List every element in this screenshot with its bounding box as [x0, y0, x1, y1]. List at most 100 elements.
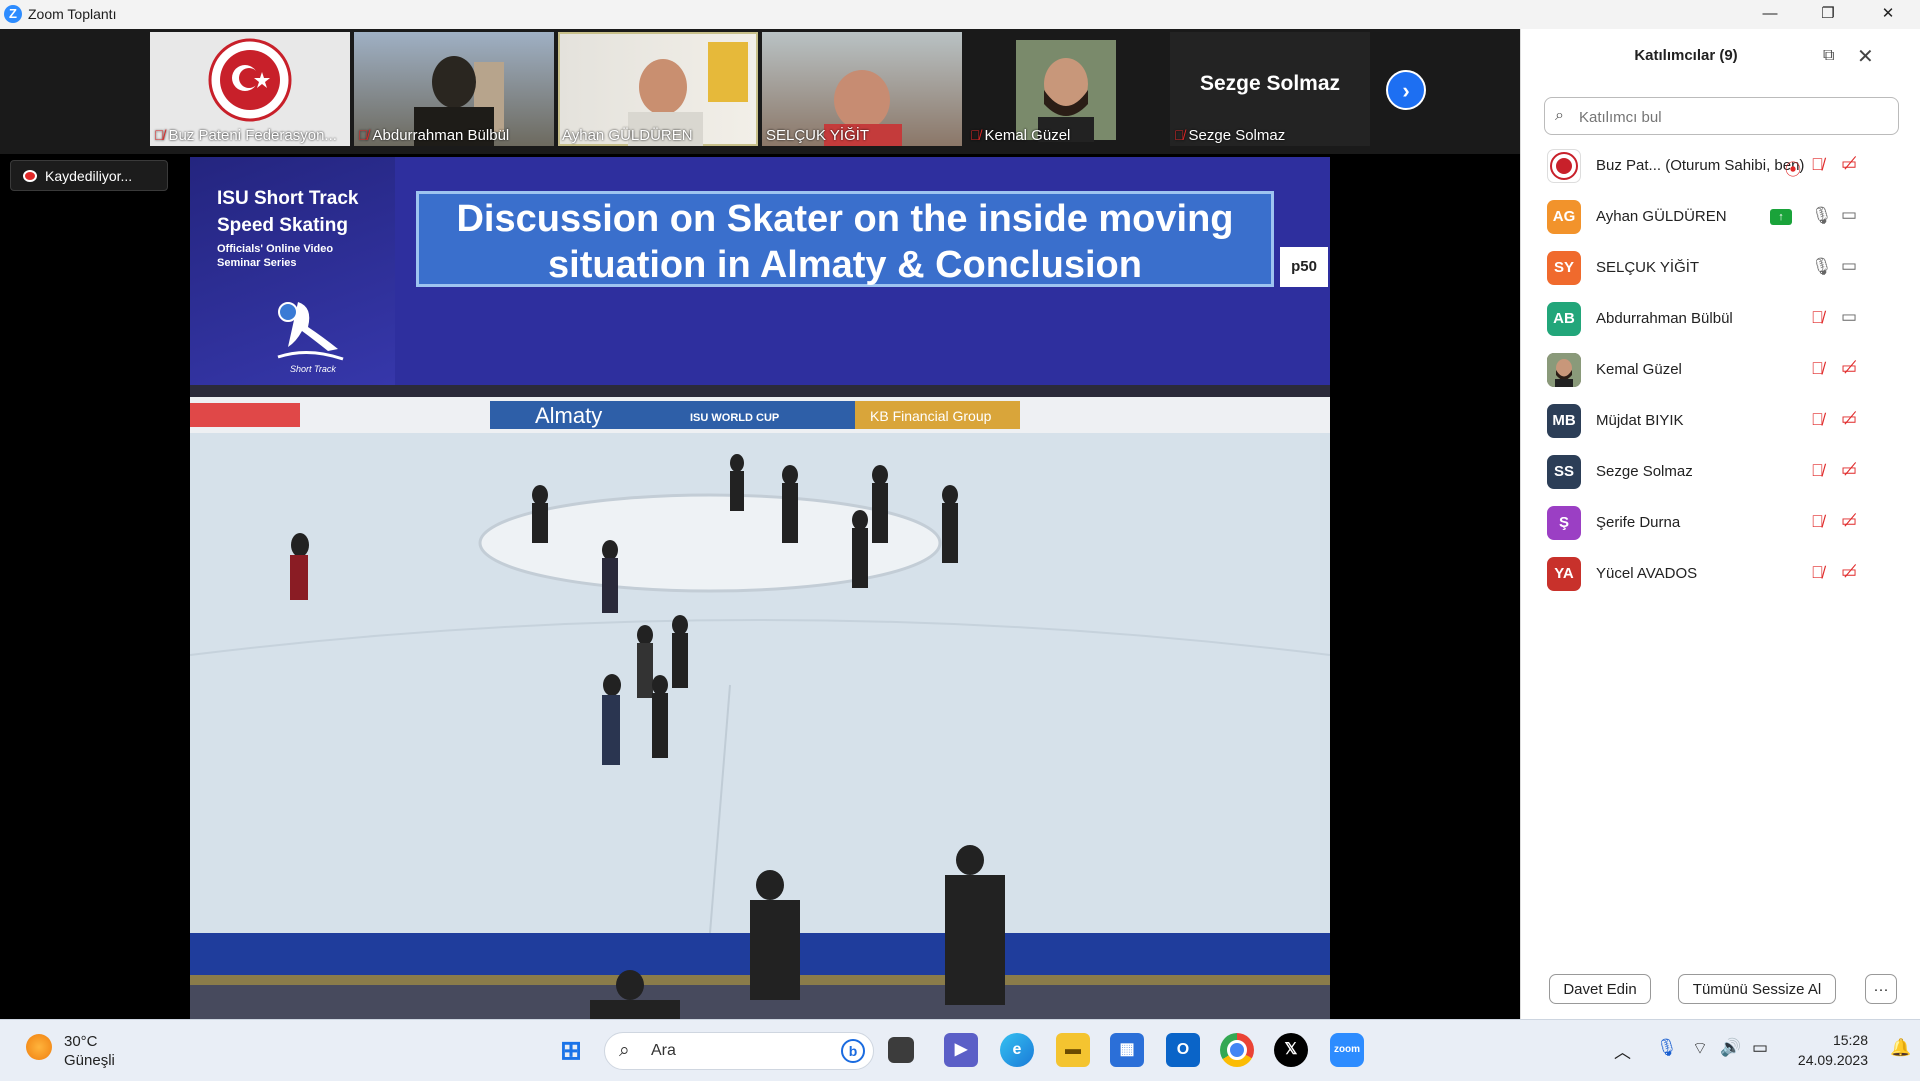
avatar: [1547, 149, 1581, 183]
store-icon[interactable]: ▦: [1110, 1033, 1144, 1067]
tile-name: Ayhan GÜLDÜREN: [562, 127, 693, 144]
slide-title-line2: situation in Almaty & Conclusion: [548, 244, 1142, 286]
camera-off-icon[interactable]: ▭̸: [1841, 358, 1857, 378]
camera-off-icon[interactable]: ▭̸: [1841, 154, 1857, 174]
avatar: AB: [1547, 302, 1581, 336]
participants-panel: Katılımcılar (9) ⧉ ✕ ⌕ Buz Pat... (Oturu…: [1520, 29, 1920, 1019]
rink-video: Almaty ISU WORLD CUP KB Financial Group: [190, 385, 1330, 1042]
mute-all-button[interactable]: Tümünü Sessize Al: [1678, 974, 1836, 1004]
date: 24.09.2023: [1797, 1052, 1868, 1068]
participants-title: Katılımcılar (9): [1634, 47, 1738, 64]
camera-off-icon[interactable]: ▭̸: [1841, 511, 1857, 531]
more-button[interactable]: ···: [1865, 974, 1897, 1004]
x-icon[interactable]: 𝕏: [1274, 1033, 1308, 1067]
participant-row[interactable]: SS Sezge Solmaz 🎙̸ ▭̸: [1521, 447, 1920, 498]
popout-icon[interactable]: ⧉: [1823, 47, 1834, 65]
search-input[interactable]: [1577, 105, 1881, 129]
task-view-icon[interactable]: [888, 1037, 914, 1063]
avatar: AG: [1547, 200, 1581, 234]
taskbar-search[interactable]: ⌕ Ara b: [604, 1032, 874, 1070]
next-page-button[interactable]: ›: [1386, 70, 1426, 110]
logo-text: Short Track: [290, 364, 336, 374]
short-track-logo-icon: [277, 302, 344, 361]
tile-big-name: Sezge Solmaz: [1199, 72, 1341, 95]
mic-muted-icon: 🎙̸: [154, 127, 165, 143]
invite-button[interactable]: Davet Edin: [1549, 974, 1651, 1004]
isu-brand-box: ISU Short Track Speed Skating Officials' …: [190, 157, 395, 385]
tile-name: SELÇUK YİĞİT: [766, 127, 870, 144]
tile-name: Kemal Güzel: [984, 127, 1071, 144]
restore-button[interactable]: ❐: [1800, 0, 1856, 29]
participant-search[interactable]: ⌕: [1544, 97, 1899, 135]
tile-name: Abdurrahman Bülbül: [372, 127, 510, 144]
close-button[interactable]: ✕: [1860, 0, 1916, 29]
banner-almaty: Almaty: [535, 403, 602, 428]
weather-widget[interactable]: 30°C Güneşli: [64, 1032, 115, 1070]
minimize-button[interactable]: —: [1742, 0, 1798, 29]
video-tile[interactable]: 🎙̸ Buz Pateni Federasyon...: [150, 32, 350, 146]
meet-icon[interactable]: ▶: [944, 1033, 978, 1067]
mic-muted-icon[interactable]: 🎙̸: [1811, 410, 1824, 430]
mic-icon[interactable]: 🎙: [1811, 206, 1833, 226]
sun-icon[interactable]: [26, 1034, 52, 1060]
participant-row[interactable]: Ş Şerife Durna 🎙̸ ▭̸: [1521, 498, 1920, 549]
camera-icon[interactable]: ▭: [1841, 205, 1857, 225]
participant-name: Sezge Solmaz: [1596, 463, 1693, 480]
mic-muted-icon[interactable]: 🎙̸: [1811, 359, 1824, 379]
zoom-icon[interactable]: zoom: [1330, 1033, 1364, 1067]
video-tile[interactable]: SELÇUK YİĞİT: [762, 32, 962, 146]
camera-icon[interactable]: ▭: [1841, 307, 1857, 327]
mic-muted-icon[interactable]: 🎙̸: [1811, 155, 1824, 175]
edge-icon[interactable]: e: [1000, 1033, 1034, 1067]
outlook-icon[interactable]: O: [1166, 1033, 1200, 1067]
bing-icon: b: [841, 1039, 865, 1063]
battery-icon[interactable]: ▭: [1752, 1038, 1768, 1058]
search-icon: ⌕: [1555, 107, 1564, 124]
close-panel-icon[interactable]: ✕: [1857, 44, 1874, 69]
shared-screen: ISU Short Track Speed Skating Officials' …: [190, 157, 1330, 1042]
participant-row[interactable]: Kemal Güzel 🎙̸ ▭̸: [1521, 345, 1920, 396]
participant-row[interactable]: MB Müjdat BIYIK 🎙̸ ▭̸: [1521, 396, 1920, 447]
mic-muted-icon[interactable]: 🎙̸: [1811, 461, 1824, 481]
recording-dot-icon: ⦿: [1785, 162, 1802, 179]
tile-name: Sezge Solmaz: [1188, 127, 1286, 144]
video-tile[interactable]: 🎙̸ Kemal Güzel: [966, 32, 1166, 146]
camera-off-icon[interactable]: ▭̸: [1841, 409, 1857, 429]
participant-row[interactable]: Buz Pat... (Oturum Sahibi, ben) ⦿ 🎙̸ ▭̸: [1521, 141, 1920, 192]
camera-icon[interactable]: ▭: [1841, 256, 1857, 276]
time: 15:28: [1832, 1032, 1868, 1048]
clock[interactable]: 15:28 24.09.2023: [1790, 1030, 1868, 1070]
notification-icon[interactable]: 🔔: [1890, 1038, 1911, 1058]
wifi-icon[interactable]: ⌔: [1692, 1038, 1708, 1059]
participant-name: Müjdat BIYIK: [1596, 412, 1684, 429]
record-icon: [23, 170, 37, 182]
volume-icon[interactable]: 🔊: [1720, 1038, 1741, 1058]
participant-row[interactable]: AB Abdurrahman Bülbül 🎙̸ ▭: [1521, 294, 1920, 345]
chrome-icon[interactable]: [1220, 1033, 1254, 1067]
participant-name: Ayhan GÜLDÜREN: [1596, 208, 1727, 225]
recording-indicator[interactable]: Kaydediliyor...: [10, 160, 168, 191]
file-explorer-icon[interactable]: ▬: [1056, 1033, 1090, 1067]
screen-share-icon: ↑: [1770, 209, 1792, 225]
windows-icon[interactable]: ⊞: [554, 1033, 588, 1067]
mic-muted-icon[interactable]: 🎙̸: [1811, 308, 1824, 328]
camera-off-icon[interactable]: ▭̸: [1841, 562, 1857, 582]
participant-row[interactable]: YA Yücel AVADOS 🎙̸ ▭̸: [1521, 549, 1920, 600]
camera-off-icon[interactable]: ▭̸: [1841, 460, 1857, 480]
participant-row[interactable]: SY SELÇUK YİĞİT 🎙 ▭: [1521, 243, 1920, 294]
mic-muted-icon[interactable]: 🎙̸: [1811, 512, 1824, 532]
video-tile-active[interactable]: Ayhan GÜLDÜREN: [558, 32, 758, 146]
avatar: MB: [1547, 404, 1581, 438]
meeting-area: 🎙̸ Buz Pateni Federasyon... 🎙̸ Abdurrahman…: [0, 29, 1520, 1042]
brand-sub1: Officials' Online Video: [217, 243, 334, 255]
participant-name: Yücel AVADOS: [1596, 565, 1698, 582]
mic-muted-icon: 🎙̸: [1174, 127, 1185, 143]
participant-row[interactable]: AG Ayhan GÜLDÜREN ↑ 🎙 ▭: [1521, 192, 1920, 243]
video-tile[interactable]: 🎙̸ Abdurrahman Bülbül: [354, 32, 554, 146]
mic-icon[interactable]: 🎙: [1811, 257, 1833, 277]
mic-muted-icon[interactable]: 🎙̸: [1811, 563, 1824, 583]
slide-header: ISU Short Track Speed Skating Officials' …: [190, 157, 1330, 385]
video-tile[interactable]: Sezge Solmaz 🎙̸ Sezge Solmaz: [1170, 32, 1370, 146]
chevron-up-icon[interactable]: ︿: [1614, 1038, 1631, 1063]
microphone-icon[interactable]: 🎙: [1656, 1038, 1678, 1058]
